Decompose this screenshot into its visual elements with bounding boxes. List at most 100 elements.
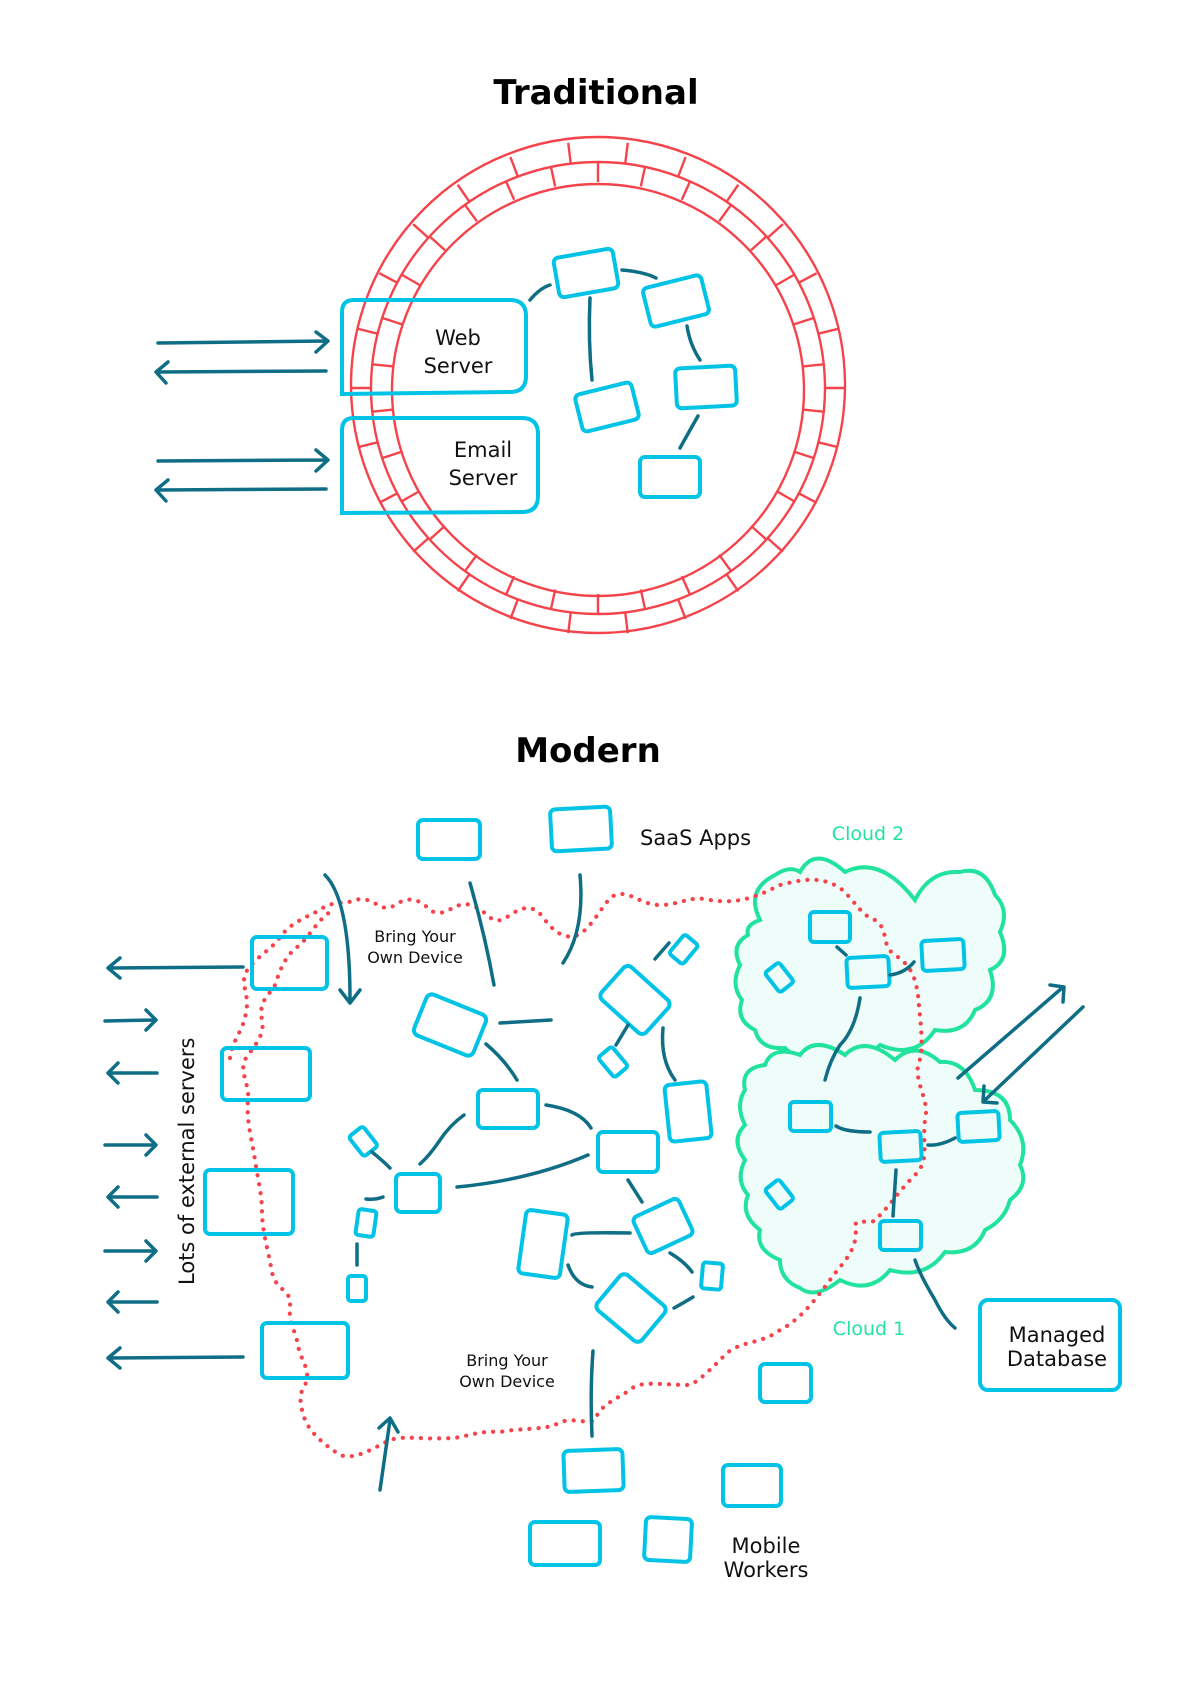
brick-divider	[639, 589, 647, 611]
managed-database: Managed Database	[978, 1298, 1122, 1392]
external-server-node	[250, 935, 329, 991]
brick-divider	[463, 553, 478, 573]
brick-divider	[802, 408, 824, 413]
brick-divider	[767, 537, 784, 553]
brick-divider	[818, 441, 839, 449]
traditional-title: Traditional	[493, 73, 698, 113]
saas-link	[561, 873, 583, 965]
cloud-1-label: Cloud 1	[833, 1318, 905, 1340]
byod-top-label-line1: Bring Your	[374, 927, 456, 946]
device-node	[596, 1130, 660, 1174]
arrow-left-icon	[106, 956, 245, 980]
traditional-traffic-arrows	[154, 330, 330, 503]
device-node	[598, 964, 672, 1036]
brick-divider	[378, 272, 398, 284]
mobile-workers-label-line1: Mobile	[732, 1534, 801, 1558]
mobile-device-node	[528, 1520, 602, 1567]
byod-link	[468, 881, 496, 987]
mobile-device-node	[642, 1515, 694, 1564]
arrow-left-icon	[106, 1346, 245, 1370]
byod-inbound-arrow-icon	[323, 873, 362, 1005]
network-perimeter-diagram: Traditional Web Server Email Server Mode…	[103, 73, 1122, 1582]
brick-divider	[677, 156, 687, 177]
brick-divider	[549, 165, 557, 187]
network-link	[614, 1023, 630, 1047]
brick-divider	[357, 327, 378, 335]
brick-divider	[624, 613, 629, 634]
external-server-node	[260, 1321, 350, 1380]
brick-divider	[775, 489, 796, 503]
internal-link	[620, 268, 658, 280]
firewall-wall	[349, 135, 847, 635]
cloud-2-label: Cloud 2	[832, 823, 904, 845]
brick-divider	[818, 327, 839, 335]
internal-server-node	[641, 273, 711, 329]
network-link	[364, 1195, 385, 1201]
brick-divider	[750, 524, 768, 541]
brick-divider	[378, 492, 398, 504]
network-link	[570, 1231, 632, 1237]
saas-app-node	[416, 818, 482, 861]
external-traffic-arrows	[103, 956, 245, 1370]
network-link	[544, 1103, 593, 1130]
brick-divider	[381, 316, 403, 326]
device-node	[631, 1196, 695, 1256]
device-node	[353, 1207, 379, 1239]
brick-divider	[412, 223, 429, 239]
byod-top-label-line2: Own Device	[367, 948, 463, 967]
wall-outer-ring	[349, 135, 847, 635]
external-server-node	[203, 1168, 295, 1236]
byod-link	[589, 1349, 595, 1438]
network-link	[455, 1153, 590, 1189]
arrow-left-icon	[154, 478, 328, 503]
web-server: Web Server	[340, 298, 528, 397]
arrow-right-icon	[103, 1133, 158, 1157]
cloud-inbound-arrow-icon	[981, 1005, 1085, 1105]
mobile-workers-label-line2: Workers	[724, 1558, 809, 1582]
device-node	[594, 1272, 668, 1344]
brick-divider	[802, 363, 824, 368]
arrow-right-icon	[103, 1239, 158, 1263]
network-link	[418, 1113, 466, 1166]
mobile-device-node	[721, 1463, 783, 1508]
traditional-internal-network	[528, 246, 739, 499]
device-node	[411, 992, 489, 1058]
device-node	[346, 1274, 368, 1303]
modern-title: Modern	[515, 731, 661, 771]
arrow-right-icon	[103, 1008, 158, 1032]
brick-divider	[372, 408, 394, 413]
arrow-left-icon	[106, 1185, 159, 1209]
network-link	[370, 1150, 392, 1170]
network-link	[484, 1042, 519, 1082]
email-server-label-line1: Email	[454, 438, 512, 462]
brick-divider	[624, 142, 629, 163]
web-server-box	[340, 298, 528, 397]
network-link	[672, 1295, 695, 1310]
network-link	[626, 1178, 644, 1204]
saas-app-node	[548, 804, 614, 854]
saas-apps-label: SaaS Apps	[640, 826, 751, 850]
email-server: Email Server	[340, 416, 540, 516]
device-node	[516, 1208, 570, 1280]
internal-server-node	[551, 246, 621, 300]
managed-database-label-line1: Managed	[1009, 1323, 1106, 1347]
saas-apps	[416, 804, 614, 861]
brick-divider	[677, 599, 687, 620]
internal-server-node	[573, 380, 641, 434]
managed-database-label-line2: Database	[1007, 1347, 1107, 1371]
network-link	[668, 1251, 694, 1274]
network-link	[566, 1263, 594, 1289]
external-servers	[203, 935, 350, 1380]
network-link	[498, 1018, 553, 1025]
mobile-device-node	[561, 1447, 626, 1494]
brick-divider	[549, 589, 557, 611]
network-link	[653, 941, 671, 961]
internal-server-node	[638, 455, 702, 499]
byod-bottom-label-line1: Bring Your	[466, 1351, 548, 1370]
arrow-left-icon	[106, 1061, 159, 1085]
brick-divider	[509, 599, 519, 620]
arrow-left-icon	[154, 360, 328, 385]
arrow-left-icon	[106, 1290, 159, 1314]
brick-divider	[798, 492, 818, 504]
arrow-right-icon	[156, 330, 330, 354]
